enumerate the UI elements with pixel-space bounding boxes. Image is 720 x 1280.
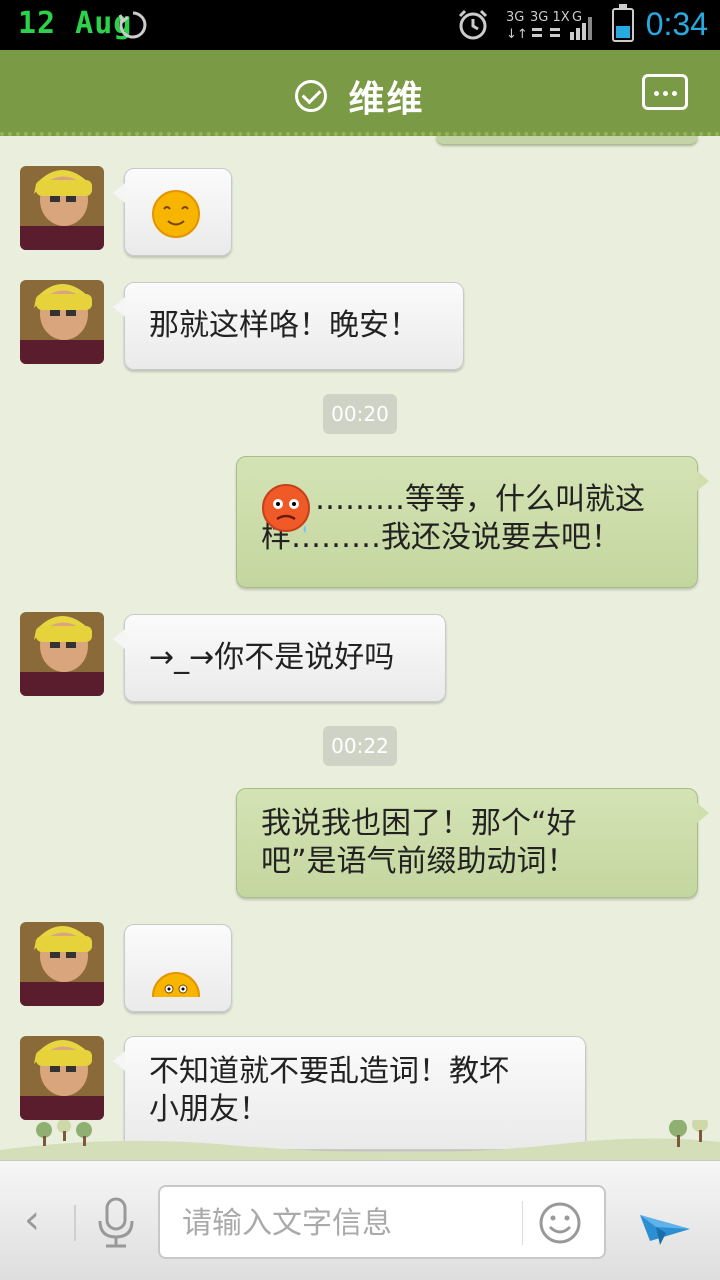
status-bar: 12 Aug 3G 3G 1X G ↓↑ 0:34 xyxy=(0,0,720,50)
status-date: 12 Aug xyxy=(18,6,133,41)
battery-icon xyxy=(612,4,634,42)
contact-avatar[interactable] xyxy=(20,280,104,364)
message-text: →_→你不是说好吗 xyxy=(149,640,395,675)
divider xyxy=(522,1201,523,1245)
message-text: 不知道就不要乱造词！教坏小朋友！ xyxy=(149,1054,509,1127)
message-text: ………等等，什么叫就这样………我还没说要去吧！ xyxy=(261,482,645,555)
check-circle-icon xyxy=(295,80,328,112)
message-bubble-incoming[interactable] xyxy=(124,924,232,1012)
contact-name: 维维 xyxy=(348,79,425,120)
chat-more-button[interactable] xyxy=(642,74,688,110)
message-bubble-outgoing[interactable]: 我说我也困了！那个“好吧”是语气前缀助动词！ xyxy=(236,788,709,898)
message-input-container[interactable] xyxy=(158,1185,606,1259)
timestamp-badge: 00:22 xyxy=(323,726,397,766)
contact-avatar[interactable] xyxy=(20,612,104,696)
alarm-icon xyxy=(458,9,488,40)
angry-emoji-icon xyxy=(262,484,310,533)
message-input[interactable] xyxy=(182,1199,512,1247)
message-bubble-incoming[interactable] xyxy=(113,168,232,256)
peek-emoji-icon xyxy=(152,972,200,997)
message-bubble-incoming[interactable]: 那就这样咯！晚安！ xyxy=(113,282,464,370)
svg-text:3G: 3G xyxy=(506,10,524,25)
divider xyxy=(74,1205,76,1241)
microphone-icon[interactable] xyxy=(96,1197,136,1249)
smile-emoji-icon xyxy=(152,190,200,238)
contact-avatar[interactable] xyxy=(20,1036,104,1120)
decorative-hills xyxy=(0,1120,720,1160)
message-list[interactable]: 那就这样咯！晚安！ 00:20 ………等等，什么叫就这样………我还没说要去吧！ … xyxy=(0,136,720,1160)
message-bubble-incoming[interactable]: →_→你不是说好吗 xyxy=(113,614,446,702)
chat-header: 维维 xyxy=(0,50,720,136)
svg-text:↓↑: ↓↑ xyxy=(506,27,528,42)
timestamp-badge: 00:20 xyxy=(323,394,397,434)
message-text: 我说我也困了！那个“好吧”是语气前缀助动词！ xyxy=(261,806,577,879)
network-signal-icon: 3G 3G 1X G ↓↑ xyxy=(506,10,592,42)
svg-text:G: G xyxy=(572,10,582,25)
message-bubble-outgoing[interactable]: ………等等，什么叫就这样………我还没说要去吧！ xyxy=(236,456,709,588)
sync-icon xyxy=(118,11,147,39)
svg-text:3G 1X: 3G 1X xyxy=(530,10,570,25)
previous-message-edge xyxy=(436,136,698,144)
chevron-left-icon[interactable]: ‹ xyxy=(24,1197,40,1243)
send-plane-icon[interactable] xyxy=(636,1191,694,1249)
contact-avatar[interactable] xyxy=(20,166,104,250)
contact-avatar[interactable] xyxy=(20,922,104,1006)
message-text: 那就这样咯！晚安！ xyxy=(149,308,419,343)
smiley-icon[interactable] xyxy=(538,1201,582,1245)
message-input-bar: ‹ xyxy=(0,1160,720,1280)
status-time: 0:34 xyxy=(645,6,708,42)
